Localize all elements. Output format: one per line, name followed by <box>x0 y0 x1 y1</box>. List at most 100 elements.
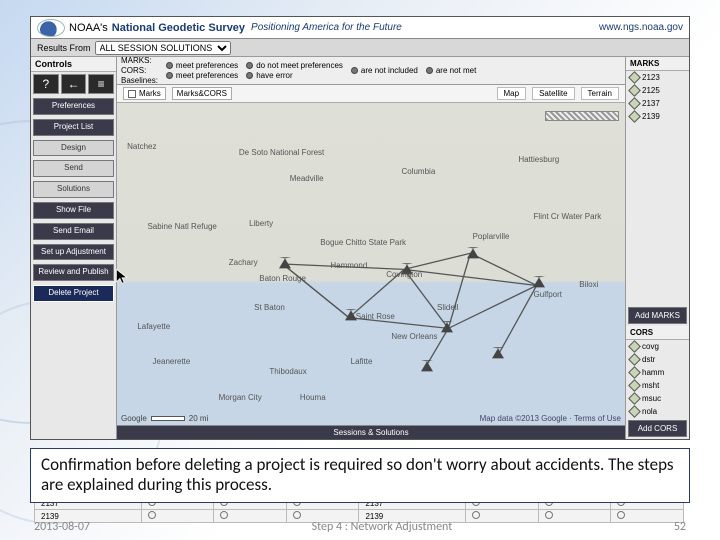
map-tabs-bar: Marks Marks&CORS Map Satellite Terrain <box>117 85 625 103</box>
footer-page: 52 <box>674 520 686 534</box>
place-label: Flint Cr Water Park <box>534 212 602 221</box>
mark-item[interactable]: 2137 <box>626 97 689 110</box>
filter-baselines-label: Baselines: <box>121 76 158 85</box>
footer-step: Step 4 : Network Adjustment <box>90 520 674 534</box>
place-label: Lafayette <box>137 322 170 331</box>
place-label: Jeanerette <box>153 357 191 366</box>
footer-date: 2013-08-07 <box>34 520 90 534</box>
cors-item[interactable]: nola <box>626 405 689 418</box>
place-label: Hattiesburg <box>518 155 559 164</box>
filter-opt: have error <box>246 71 343 80</box>
filter-opt: meet preferences <box>166 71 238 80</box>
place-label: Meadville <box>290 174 324 183</box>
filter-cors-label: CORS: <box>121 66 158 75</box>
delete-project-button[interactable]: Delete Project <box>33 285 114 302</box>
node-mark[interactable] <box>467 248 479 259</box>
place-label: Houma <box>300 393 326 402</box>
diamond-icon <box>628 71 641 84</box>
mark-item[interactable]: 2125 <box>626 84 689 97</box>
node-mark[interactable] <box>441 322 453 333</box>
map-terms[interactable]: Map data ©2013 Google · Terms of Use <box>480 414 621 423</box>
diamond-icon <box>628 379 641 392</box>
tab-satellite[interactable]: Satellite <box>532 87 574 100</box>
results-select[interactable]: ALL SESSION SOLUTIONS <box>95 41 231 55</box>
node-mark[interactable] <box>279 257 291 268</box>
tab-map[interactable]: Map <box>497 87 527 100</box>
cors-item[interactable]: covg <box>626 340 689 353</box>
place-label: Columbia <box>401 167 435 176</box>
tab-terrain[interactable]: Terrain <box>581 87 619 100</box>
noaa-logo-icon <box>37 19 65 37</box>
chip-marks-cors[interactable]: Marks&CORS <box>172 87 232 100</box>
map-attribution: Google 20 mi <box>121 414 208 423</box>
nav-show-file[interactable]: Show File <box>33 202 114 219</box>
nav-project-list[interactable]: Project List <box>33 119 114 136</box>
sessions-header[interactable]: Sessions & Solutions <box>117 425 625 439</box>
nav-design[interactable]: Design <box>33 140 114 157</box>
place-label: Saint Rose <box>356 312 395 321</box>
place-label: Hammond <box>330 261 367 270</box>
map-canvas[interactable]: Natchez Sabine Natl Refuge De Soto Natio… <box>117 103 625 425</box>
diamond-icon <box>628 110 641 123</box>
noaa-tagline: Positioning America for the Future <box>251 22 402 33</box>
place-label: Gulfport <box>534 290 562 299</box>
mark-item[interactable]: 2139 <box>626 110 689 123</box>
cors-item[interactable]: hamm <box>626 366 689 379</box>
add-cors-button[interactable]: Add CORS <box>628 420 687 437</box>
place-label: New Orleans <box>391 332 437 341</box>
diamond-icon <box>628 84 641 97</box>
cors-item[interactable]: dstr <box>626 353 689 366</box>
slide-annotation: Confirmation before deleting a project i… <box>30 448 690 503</box>
mark-item[interactable]: 2123 <box>626 71 689 84</box>
place-label: Zachary <box>229 258 258 267</box>
slide-footer: 2013-08-07 Step 4 : Network Adjustment 5… <box>0 520 720 534</box>
app-window: NOAA's National Geodetic Survey Position… <box>30 16 690 440</box>
results-label: Results From <box>37 43 91 53</box>
noaa-header-bar: NOAA's National Geodetic Survey Position… <box>31 17 689 39</box>
nav-send-email[interactable]: Send Email <box>33 223 114 240</box>
diamond-icon <box>628 97 641 110</box>
diamond-icon <box>628 353 641 366</box>
filter-bar: MARKS: CORS: Baselines: meet preferences… <box>117 57 625 85</box>
nav-preferences[interactable]: Preferences <box>33 98 114 115</box>
filter-opt: are not included <box>351 66 418 75</box>
nav-review-publish[interactable]: Review and Publish <box>33 264 114 281</box>
node-mark[interactable] <box>533 277 545 288</box>
filter-opt: meet preferences <box>166 61 238 70</box>
nav-setup-adjustment[interactable]: Set up Adjustment <box>33 244 114 261</box>
place-label: Biloxi <box>579 280 598 289</box>
noaa-title: National Geodetic Survey <box>112 22 245 34</box>
controls-header: Controls <box>31 57 116 72</box>
node-mark[interactable] <box>492 348 504 359</box>
place-label: Natchez <box>127 142 156 151</box>
place-label: Bogue Chitto State Park <box>320 238 406 247</box>
diamond-icon <box>628 392 641 405</box>
help-button[interactable]: ? <box>33 74 59 94</box>
diamond-icon <box>628 366 641 379</box>
place-label: Lafitte <box>351 357 373 366</box>
back-button[interactable]: ← <box>61 74 87 94</box>
menu-button[interactable]: ≡ <box>88 74 114 94</box>
noaa-url: www.ngs.noaa.gov <box>599 22 683 33</box>
nav-solutions[interactable]: Solutions <box>33 181 114 198</box>
place-label: De Soto National Forest <box>239 148 324 157</box>
marks-panel: MARKS 2123 2125 2137 2139 Add MARKS CORS… <box>625 57 689 439</box>
chip-marks[interactable]: Marks <box>123 87 166 100</box>
marks-header: MARKS <box>626 57 689 71</box>
cors-header: CORS <box>626 326 689 340</box>
place-label: Poplarville <box>473 232 510 241</box>
filter-opt: do not meet preferences <box>246 61 343 70</box>
place-label: Baton Rouge <box>259 274 306 283</box>
results-bar: Results From ALL SESSION SOLUTIONS <box>31 39 689 57</box>
noaa-org: NOAA's <box>69 22 108 34</box>
add-marks-button[interactable]: Add MARKS <box>628 307 687 324</box>
place-label: Thibodaux <box>269 367 306 376</box>
node-mark[interactable] <box>421 360 433 371</box>
diamond-icon <box>628 340 641 353</box>
nav-send[interactable]: Send <box>33 160 114 177</box>
place-label: Liberty <box>249 219 273 228</box>
filter-opt: are not met <box>426 66 476 75</box>
cors-item[interactable]: msht <box>626 379 689 392</box>
cors-item[interactable]: msuc <box>626 392 689 405</box>
place-label: St Baton <box>254 303 285 312</box>
